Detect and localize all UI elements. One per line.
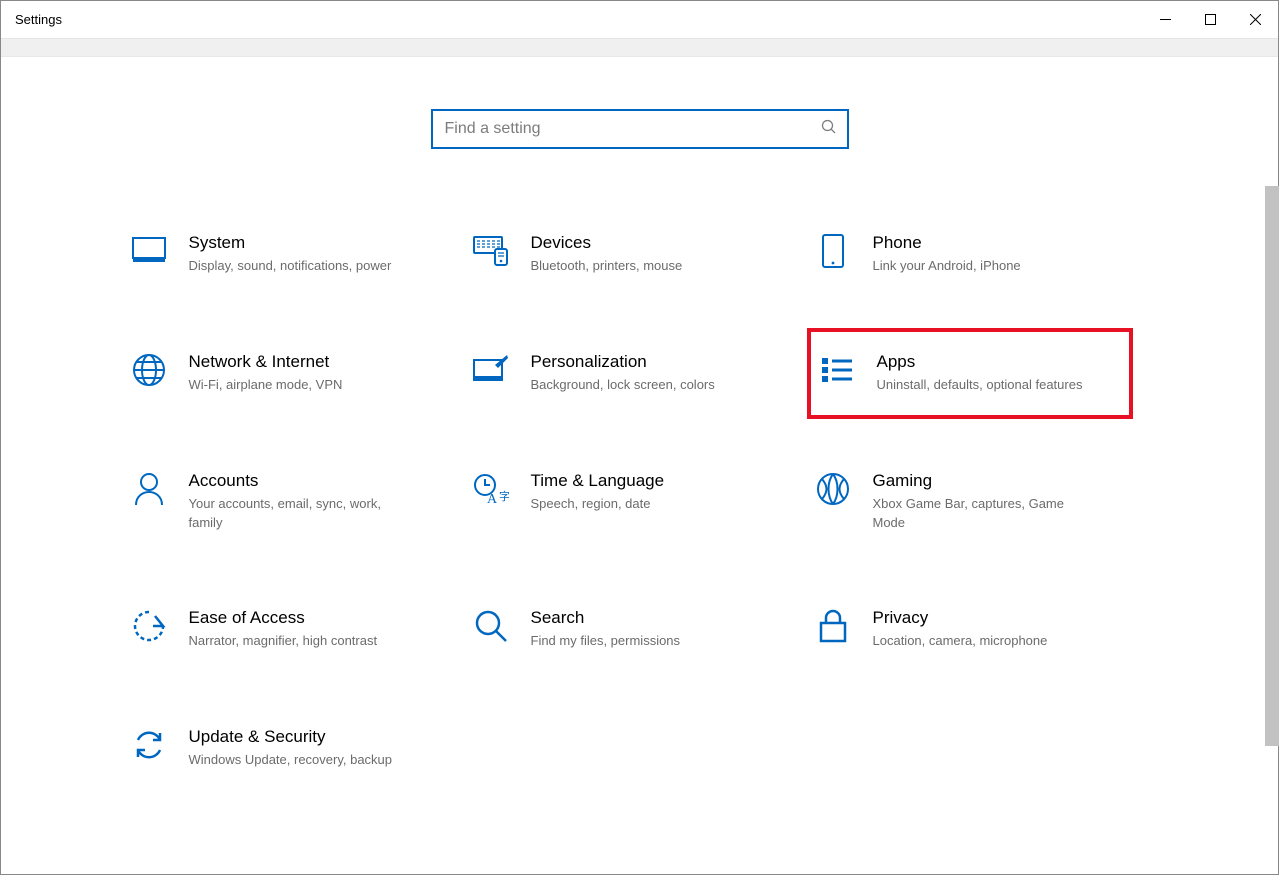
- tile-title: Phone: [873, 233, 1083, 253]
- search-category-icon: [473, 608, 509, 644]
- maximize-button[interactable]: [1188, 1, 1233, 38]
- tile-phone[interactable]: Phone Link your Android, iPhone: [807, 227, 1133, 282]
- tile-title: Update & Security: [189, 727, 399, 747]
- tile-search[interactable]: Search Find my files, permissions: [465, 602, 791, 657]
- search-input[interactable]: [445, 120, 821, 138]
- tile-ease-of-access[interactable]: Ease of Access Narrator, magnifier, high…: [123, 602, 449, 657]
- tile-title: Gaming: [873, 471, 1083, 491]
- svg-text:字: 字: [499, 489, 509, 503]
- tile-desc: Uninstall, defaults, optional features: [877, 376, 1087, 395]
- tile-privacy[interactable]: Privacy Location, camera, microphone: [807, 602, 1133, 657]
- tile-desc: Xbox Game Bar, captures, Game Mode: [873, 495, 1083, 533]
- tile-desc: Find my files, permissions: [531, 632, 741, 651]
- tile-title: Accounts: [189, 471, 399, 491]
- tile-desc: Background, lock screen, colors: [531, 376, 741, 395]
- tile-desc: Wi-Fi, airplane mode, VPN: [189, 376, 399, 395]
- minimize-button[interactable]: [1143, 1, 1188, 38]
- tile-update-security[interactable]: Update & Security Windows Update, recove…: [123, 721, 449, 776]
- tile-title: Personalization: [531, 352, 741, 372]
- minimize-icon: [1160, 14, 1171, 25]
- privacy-icon: [815, 608, 851, 644]
- tile-title: Privacy: [873, 608, 1083, 628]
- tile-title: Devices: [531, 233, 741, 253]
- devices-icon: [473, 233, 509, 269]
- tile-title: System: [189, 233, 399, 253]
- tile-time-language[interactable]: A字 Time & Language Speech, region, date: [465, 465, 791, 539]
- ease-of-access-icon: [131, 608, 167, 644]
- personalization-icon: [473, 352, 509, 388]
- tile-title: Network & Internet: [189, 352, 399, 372]
- tile-system[interactable]: System Display, sound, notifications, po…: [123, 227, 449, 282]
- window-controls: [1143, 1, 1278, 38]
- accounts-icon: [131, 471, 167, 507]
- close-icon: [1250, 14, 1261, 25]
- time-language-icon: A字: [473, 471, 509, 507]
- tile-desc: Bluetooth, printers, mouse: [531, 257, 741, 276]
- tile-devices[interactable]: Devices Bluetooth, printers, mouse: [465, 227, 791, 282]
- tile-desc: Display, sound, notifications, power: [189, 257, 399, 276]
- titlebar: Settings: [1, 1, 1278, 39]
- search-box[interactable]: [431, 109, 849, 149]
- scrollbar-thumb[interactable]: [1265, 186, 1279, 746]
- ribbon-area: [1, 39, 1278, 57]
- gaming-icon: [815, 471, 851, 507]
- tile-desc: Windows Update, recovery, backup: [189, 751, 399, 770]
- main-content: System Display, sound, notifications, po…: [1, 57, 1278, 776]
- search-icon: [821, 119, 837, 140]
- tile-desc: Your accounts, email, sync, work, family: [189, 495, 399, 533]
- network-icon: [131, 352, 167, 388]
- tile-network[interactable]: Network & Internet Wi-Fi, airplane mode,…: [123, 346, 449, 401]
- system-icon: [131, 233, 167, 269]
- tile-title: Apps: [877, 352, 1087, 372]
- tile-gaming[interactable]: Gaming Xbox Game Bar, captures, Game Mod…: [807, 465, 1133, 539]
- close-button[interactable]: [1233, 1, 1278, 38]
- tile-title: Search: [531, 608, 741, 628]
- tile-desc: Narrator, magnifier, high contrast: [189, 632, 399, 651]
- phone-icon: [815, 233, 851, 269]
- update-security-icon: [131, 727, 167, 763]
- scrollbar-track[interactable]: [1265, 56, 1279, 875]
- window-title: Settings: [15, 12, 62, 27]
- tile-personalization[interactable]: Personalization Background, lock screen,…: [465, 346, 791, 401]
- settings-grid: System Display, sound, notifications, po…: [123, 227, 1133, 776]
- maximize-icon: [1205, 14, 1216, 25]
- tile-accounts[interactable]: Accounts Your accounts, email, sync, wor…: [123, 465, 449, 539]
- tile-desc: Link your Android, iPhone: [873, 257, 1083, 276]
- tile-title: Ease of Access: [189, 608, 399, 628]
- apps-icon: [819, 352, 855, 388]
- svg-text:A: A: [487, 492, 498, 505]
- tile-desc: Location, camera, microphone: [873, 632, 1083, 651]
- tile-title: Time & Language: [531, 471, 741, 491]
- tile-desc: Speech, region, date: [531, 495, 741, 514]
- tile-apps[interactable]: Apps Uninstall, defaults, optional featu…: [807, 328, 1133, 419]
